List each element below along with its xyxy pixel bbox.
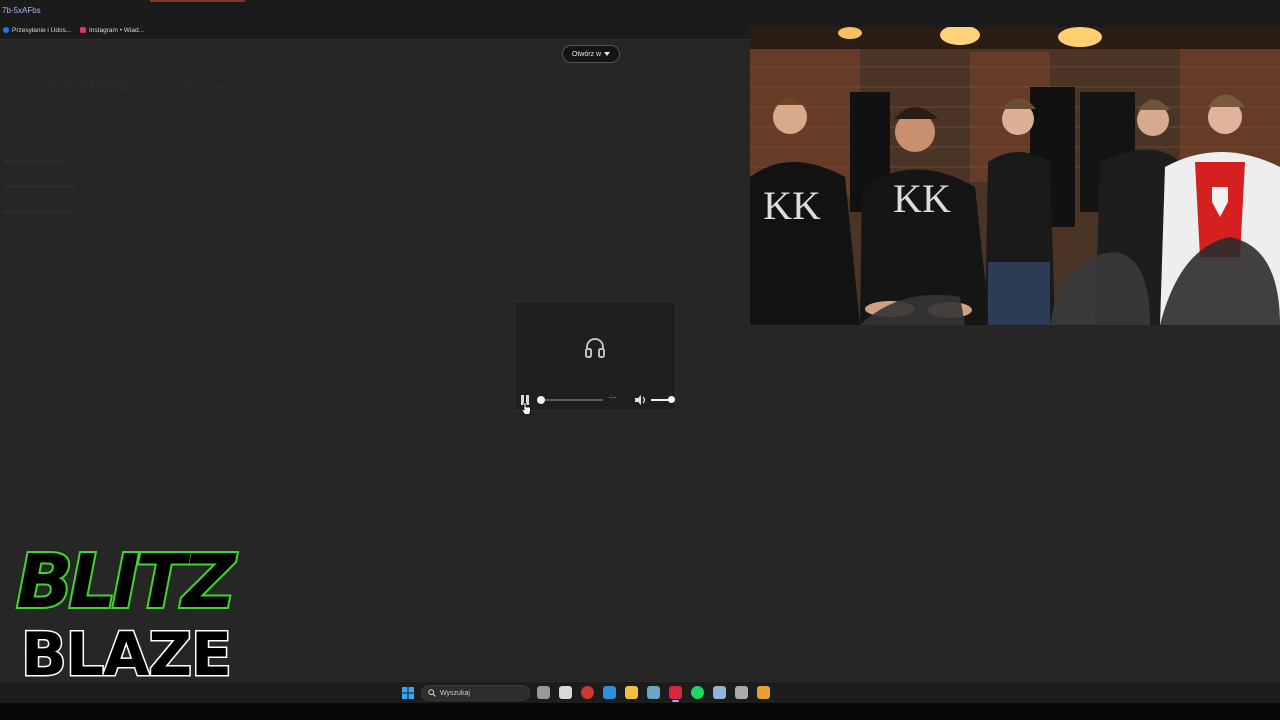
facebook-icon: [3, 27, 9, 33]
audio-player: -:--: [514, 301, 676, 411]
opera-icon[interactable]: [669, 686, 682, 702]
app-icon[interactable]: [647, 686, 660, 699]
ghost-line: [4, 185, 76, 188]
browser-tab-bar: 7b-5xAFbs: [0, 0, 1280, 20]
chevron-down-icon: [604, 52, 611, 56]
taskbar: Wyszukaj: [0, 681, 1280, 704]
hand-cursor-icon: [521, 402, 531, 415]
svg-text:BLITZ: BLITZ: [16, 539, 237, 625]
ghost-subtitle: # prod. 44ye: [170, 82, 226, 93]
seek-handle[interactable]: [537, 396, 545, 404]
search-placeholder: Wyszukaj: [440, 689, 470, 697]
calendar-icon[interactable]: [559, 686, 572, 699]
volume-slider[interactable]: [651, 396, 675, 403]
seek-slider[interactable]: [537, 396, 603, 404]
bookmark-instagram[interactable]: Instagram • Wiad...: [80, 25, 144, 35]
open-with-button[interactable]: Otwórz w: [562, 45, 620, 63]
bookmark-label: Instagram • Wiad...: [89, 26, 145, 34]
time-label: -:--: [609, 395, 617, 401]
bookmark-label: Przesyłanie i Udos...: [12, 26, 72, 34]
bookmark-facebook[interactable]: Przesyłanie i Udos...: [3, 25, 71, 35]
ghost-line: [4, 160, 64, 163]
spotify-icon[interactable]: [691, 686, 704, 699]
volume-icon[interactable]: [635, 395, 647, 405]
svg-text:BLAZE: BLAZE: [21, 620, 231, 683]
windows-start-icon[interactable]: [402, 687, 414, 699]
volume-handle[interactable]: [668, 396, 675, 403]
search-icon: [428, 689, 436, 697]
app2-icon[interactable]: [713, 686, 726, 699]
instagram-icon: [80, 27, 86, 33]
app4-icon[interactable]: [757, 686, 770, 699]
screen-bottom-bar: [0, 703, 1280, 720]
active-tab-indicator: [150, 0, 245, 2]
webcam-overlay-image: KK KK: [750, 27, 1280, 325]
browser-icon[interactable]: [581, 686, 594, 699]
taskbar-search[interactable]: Wyszukaj: [421, 685, 530, 701]
task-view-icon[interactable]: [537, 686, 550, 699]
ghost-title: BLITZ KLIDA 8OCE18: [36, 82, 136, 93]
vscode-icon[interactable]: [603, 686, 616, 699]
svg-text:KK: KK: [763, 183, 821, 228]
headphones-icon: [585, 338, 605, 358]
ghost-line: [4, 210, 70, 213]
file-explorer-icon[interactable]: [625, 686, 638, 699]
blitz-blaze-logo: BLITZ BLAZE: [14, 537, 242, 683]
svg-text:KK: KK: [893, 176, 951, 221]
url-fragment[interactable]: 7b-5xAFbs: [2, 6, 41, 15]
app3-icon[interactable]: [735, 686, 748, 699]
player-controls: -:--: [515, 392, 677, 408]
open-with-label: Otwórz w: [571, 50, 602, 58]
